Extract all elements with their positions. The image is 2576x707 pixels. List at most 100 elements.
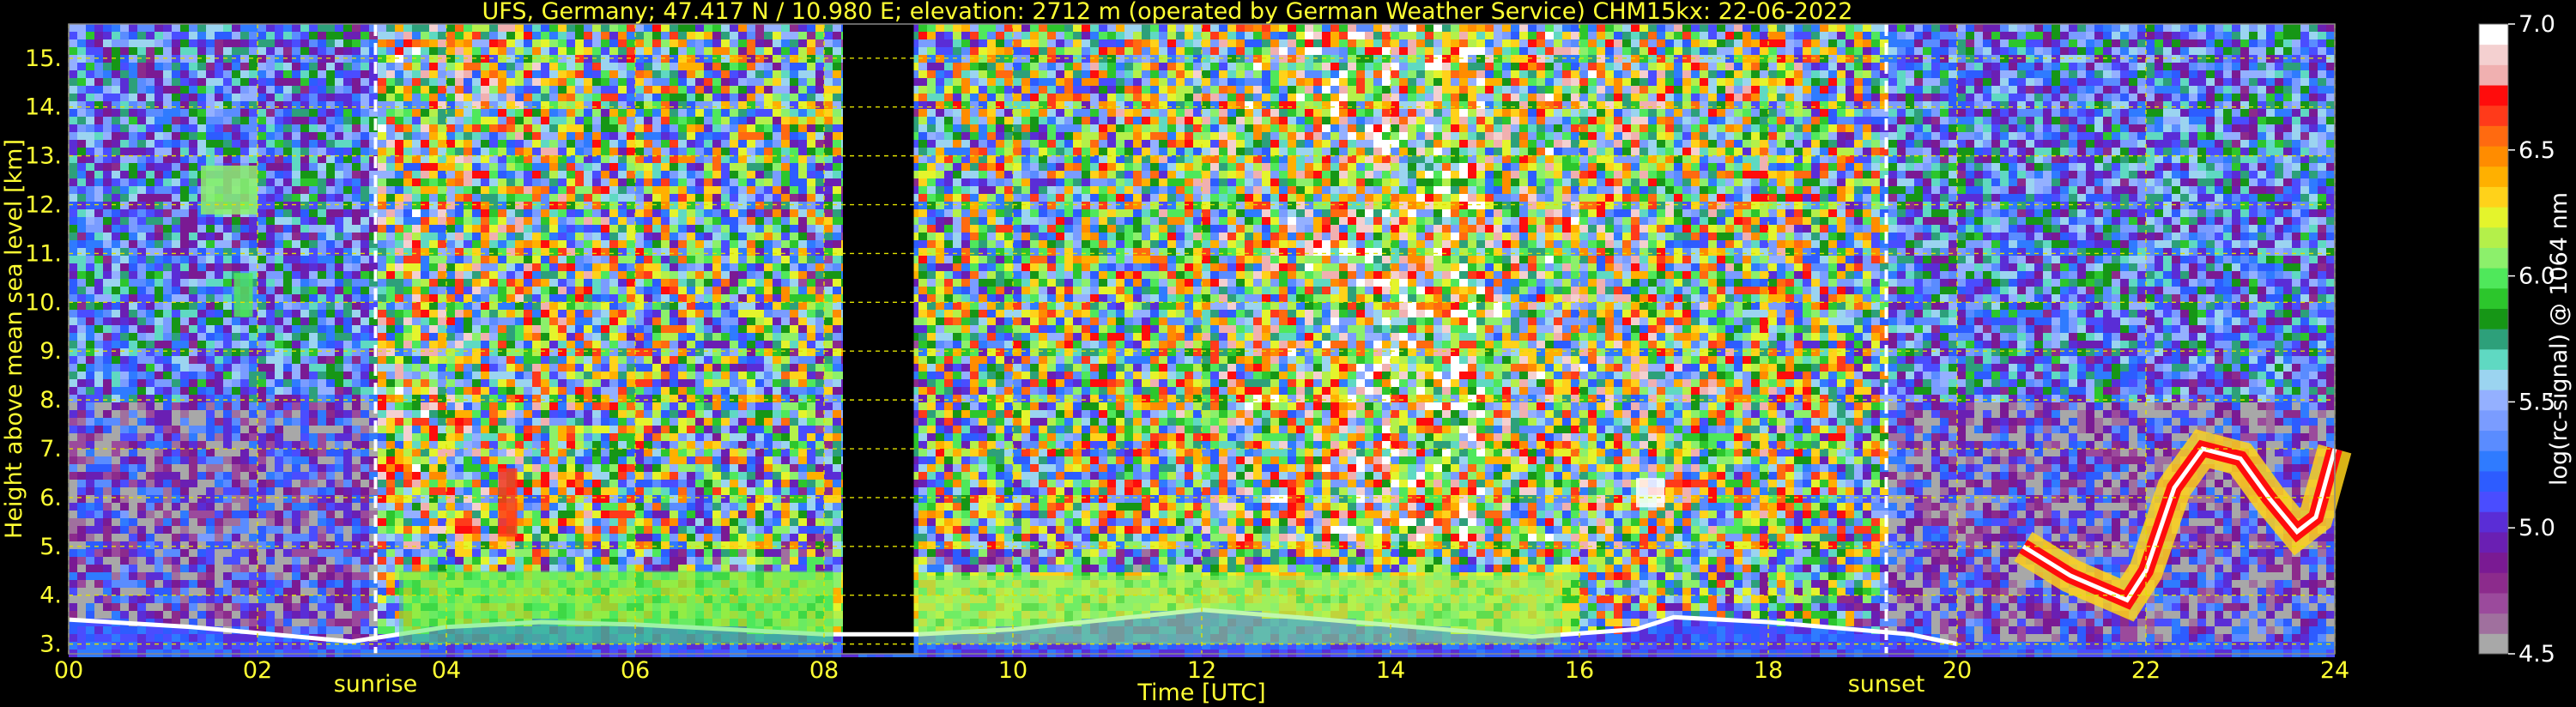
heatmap-cell: [232, 611, 240, 619]
heatmap-cell: [275, 194, 283, 202]
heatmap-cell: [69, 148, 77, 155]
heatmap-cell: [438, 348, 446, 356]
heatmap-cell: [429, 310, 438, 317]
heatmap-cell: [86, 472, 94, 480]
heatmap-cell: [300, 39, 309, 47]
heatmap-cell: [94, 526, 103, 534]
heatmap-cell: [180, 372, 189, 379]
heatmap-cell: [77, 225, 86, 233]
heatmap-cell: [438, 372, 446, 379]
heatmap-cell: [567, 333, 575, 341]
heatmap-cell: [421, 132, 429, 140]
heatmap-cell: [464, 233, 472, 240]
heatmap-cell: [567, 78, 575, 86]
heatmap-cell: [352, 94, 361, 101]
heatmap-cell: [326, 410, 335, 418]
heatmap-cell: [112, 572, 120, 580]
heatmap-cell: [412, 541, 421, 549]
heatmap-cell: [584, 495, 592, 503]
heatmap-cell: [137, 402, 146, 410]
heatmap-cell: [524, 155, 532, 163]
heatmap-cell: [515, 117, 524, 124]
heatmap-cell: [94, 348, 103, 356]
heatmap-cell: [86, 140, 94, 148]
heatmap-cell: [197, 642, 206, 650]
heatmap-cell: [446, 395, 455, 402]
heatmap-cell: [395, 32, 403, 39]
heatmap-cell: [112, 626, 120, 634]
heatmap-cell: [300, 426, 309, 433]
heatmap-cell: [498, 356, 506, 364]
heatmap-cell: [446, 364, 455, 372]
heatmap-cell: [103, 271, 112, 279]
heatmap-cell: [575, 541, 584, 549]
heatmap-cell: [489, 287, 498, 294]
heatmap-cell: [558, 480, 567, 487]
heatmap-cell: [558, 356, 567, 364]
heatmap-cell: [524, 279, 532, 287]
heatmap-cell: [232, 449, 240, 456]
heatmap-cell: [318, 287, 326, 294]
heatmap-cell: [223, 495, 232, 503]
heatmap-cell: [532, 155, 541, 163]
heatmap-cell: [197, 518, 206, 526]
heatmap-cell: [361, 310, 369, 317]
heatmap-cell: [86, 534, 94, 541]
heatmap-cell: [266, 163, 275, 171]
heatmap-cell: [498, 348, 506, 356]
heatmap-cell: [532, 518, 541, 526]
heatmap-cell: [129, 310, 137, 317]
heatmap-cell: [489, 271, 498, 279]
heatmap-cell: [532, 372, 541, 379]
heatmap-cell: [506, 163, 515, 171]
heatmap-cell: [146, 634, 155, 642]
heatmap-cell: [421, 101, 429, 109]
heatmap-cell: [378, 595, 386, 603]
heatmap-cell: [584, 148, 592, 155]
heatmap-cell: [575, 549, 584, 557]
heatmap-cell: [103, 178, 112, 186]
heatmap-cell: [232, 24, 240, 32]
heatmap-cell: [180, 148, 189, 155]
heatmap-cell: [412, 202, 421, 209]
heatmap-cell: [361, 148, 369, 155]
heatmap-cell: [584, 534, 592, 541]
heatmap-cell: [352, 372, 361, 379]
heatmap-cell: [403, 86, 412, 94]
heatmap-cell: [489, 341, 498, 348]
heatmap-cell: [120, 464, 129, 472]
heatmap-cell: [163, 565, 172, 572]
heatmap-cell: [352, 86, 361, 94]
heatmap-cell: [137, 588, 146, 595]
heatmap-cell: [506, 549, 515, 557]
heatmap-cell: [455, 86, 464, 94]
heatmap-cell: [69, 426, 77, 433]
heatmap-cell: [112, 395, 120, 402]
heatmap-cell: [283, 101, 292, 109]
heatmap-cell: [275, 294, 283, 302]
heatmap-cell: [343, 86, 352, 94]
heatmap-cell: [292, 287, 300, 294]
heatmap-cell: [378, 518, 386, 526]
heatmap-cell: [309, 518, 318, 526]
heatmap-cell: [94, 256, 103, 263]
heatmap-cell: [249, 464, 258, 472]
heatmap-cell: [481, 541, 489, 549]
heatmap-cell: [343, 480, 352, 487]
heatmap-cell: [223, 526, 232, 534]
heatmap-cell: [506, 279, 515, 287]
heatmap-cell: [283, 441, 292, 449]
heatmap-cell: [137, 240, 146, 248]
heatmap-cell: [498, 32, 506, 39]
heatmap-cell: [69, 109, 77, 117]
heatmap-cell: [567, 495, 575, 503]
heatmap-cell: [266, 410, 275, 418]
heatmap-cell: [318, 132, 326, 140]
heatmap-cell: [361, 248, 369, 256]
heatmap-cell: [498, 387, 506, 395]
heatmap-cell: [361, 202, 369, 209]
heatmap-cell: [146, 256, 155, 263]
heatmap-cell: [481, 24, 489, 32]
heatmap-cell: [163, 117, 172, 124]
heatmap-cell: [180, 225, 189, 233]
